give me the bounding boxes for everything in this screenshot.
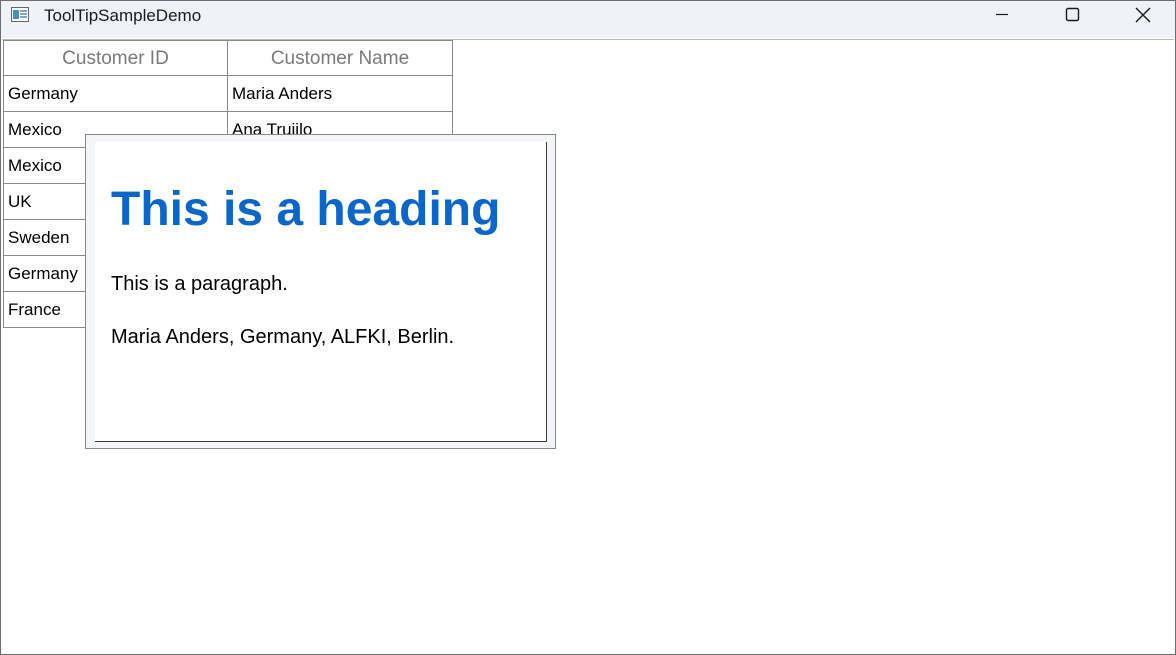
- maximize-button[interactable]: [1037, 1, 1107, 31]
- close-button[interactable]: [1107, 1, 1175, 31]
- tooltip-customer-details: Maria Anders, Germany, ALFKI, Berlin.: [111, 326, 455, 348]
- title-bar[interactable]: ToolTipSampleDemo: [1, 1, 1175, 38]
- close-icon: [1135, 7, 1151, 23]
- cell-customer-name[interactable]: Maria Anders: [227, 76, 453, 112]
- minimize-button[interactable]: [967, 1, 1037, 31]
- maximize-icon: [1065, 7, 1080, 22]
- app-window: ToolTipSampleDemo Customer ID Customer N…: [0, 0, 1176, 655]
- customer-tooltip: This is a heading This is a paragraph. M…: [85, 134, 556, 449]
- minimize-icon: [996, 13, 1008, 16]
- tooltip-content: This is a heading This is a paragraph. M…: [95, 142, 547, 442]
- tooltip-heading: This is a heading: [111, 183, 501, 236]
- column-header-customer-name[interactable]: Customer Name: [227, 40, 453, 76]
- window-title: ToolTipSampleDemo: [44, 6, 202, 25]
- app-window-icon: [11, 7, 29, 22]
- column-header-customer-id[interactable]: Customer ID: [3, 40, 228, 76]
- cell-customer-id[interactable]: Germany: [3, 76, 228, 112]
- tooltip-paragraph: This is a paragraph.: [111, 273, 288, 295]
